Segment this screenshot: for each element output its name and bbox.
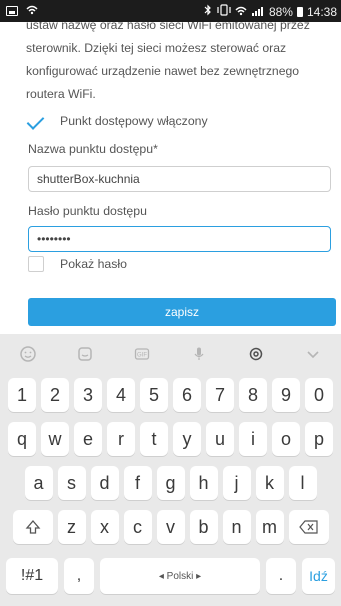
access-point-enabled-toggle[interactable]: Punkt dostępowy włączony bbox=[28, 114, 208, 128]
key-b[interactable]: b bbox=[189, 510, 218, 544]
key-c[interactable]: c bbox=[123, 510, 152, 544]
key-g[interactable]: g bbox=[156, 466, 185, 500]
key-1[interactable]: 1 bbox=[8, 378, 36, 412]
key-e[interactable]: e bbox=[74, 422, 102, 456]
key-8[interactable]: 8 bbox=[239, 378, 267, 412]
wifi-icon bbox=[26, 4, 38, 18]
bluetooth-icon bbox=[203, 4, 213, 19]
letter-row-3: z x c v b n m bbox=[0, 510, 341, 544]
key-0[interactable]: 0 bbox=[305, 378, 333, 412]
key-4[interactable]: 4 bbox=[107, 378, 135, 412]
bottom-row: !#1 , ◂ Polski ▸ . Idź bbox=[0, 558, 341, 594]
key-j[interactable]: j bbox=[222, 466, 251, 500]
key-r[interactable]: r bbox=[107, 422, 135, 456]
key-3[interactable]: 3 bbox=[74, 378, 102, 412]
battery-icon bbox=[296, 6, 303, 17]
cell-signal-icon bbox=[251, 5, 265, 19]
status-bar: 88% 14:38 bbox=[0, 0, 341, 22]
key-s[interactable]: s bbox=[57, 466, 86, 500]
wifi-settings-form: ustaw nazwę oraz hasło sieci WiFi emitow… bbox=[0, 22, 341, 334]
password-input[interactable]: •••••••• bbox=[28, 226, 331, 252]
key-2[interactable]: 2 bbox=[41, 378, 69, 412]
password-label: Hasło punktu dostępu bbox=[28, 204, 147, 218]
vibrate-icon bbox=[217, 4, 231, 19]
save-button[interactable]: zapisz bbox=[28, 298, 336, 326]
comma-key[interactable]: , bbox=[64, 558, 94, 594]
key-z[interactable]: z bbox=[57, 510, 86, 544]
show-password-toggle[interactable]: Pokaż hasło bbox=[28, 256, 127, 272]
wifi-signal-icon bbox=[235, 5, 247, 19]
key-t[interactable]: t bbox=[140, 422, 168, 456]
phone-screen: 88% 14:38 ustaw nazwę oraz hasło sieci W… bbox=[0, 0, 341, 606]
letter-row-2: a s d f g h j k l bbox=[0, 466, 341, 500]
key-d[interactable]: d bbox=[90, 466, 119, 500]
space-key[interactable]: ◂ Polski ▸ bbox=[100, 558, 260, 594]
key-9[interactable]: 9 bbox=[272, 378, 300, 412]
key-u[interactable]: u bbox=[206, 422, 234, 456]
key-v[interactable]: v bbox=[156, 510, 185, 544]
key-k[interactable]: k bbox=[255, 466, 284, 500]
collapse-icon[interactable] bbox=[301, 342, 325, 366]
symbols-key[interactable]: !#1 bbox=[6, 558, 58, 594]
key-f[interactable]: f bbox=[123, 466, 152, 500]
key-7[interactable]: 7 bbox=[206, 378, 234, 412]
key-n[interactable]: n bbox=[222, 510, 251, 544]
battery-percent: 88% bbox=[268, 4, 293, 19]
backspace-key[interactable] bbox=[288, 510, 329, 544]
description-line: ustaw nazwę oraz hasło sieci WiFi emitow… bbox=[26, 22, 310, 32]
backspace-icon bbox=[298, 520, 318, 534]
screen: 88% 14:38 ustaw nazwę oraz hasło sieci W… bbox=[0, 0, 341, 606]
sticker-icon[interactable] bbox=[73, 342, 97, 366]
key-o[interactable]: o bbox=[272, 422, 300, 456]
key-q[interactable]: q bbox=[8, 422, 36, 456]
description-line: routera WiFi. bbox=[26, 87, 96, 101]
status-left bbox=[6, 4, 38, 18]
gif-icon[interactable]: GIF bbox=[130, 342, 154, 366]
settings-icon[interactable] bbox=[244, 342, 268, 366]
key-i[interactable]: i bbox=[239, 422, 267, 456]
show-password-checkbox[interactable] bbox=[28, 256, 44, 272]
show-password-label: Pokaż hasło bbox=[60, 257, 127, 271]
svg-text:GIF: GIF bbox=[137, 353, 147, 359]
check-icon bbox=[28, 115, 46, 127]
key-m[interactable]: m bbox=[255, 510, 284, 544]
number-row: 1 2 3 4 5 6 7 8 9 0 bbox=[0, 378, 341, 412]
keyboard-toolbar: GIF bbox=[0, 334, 341, 374]
keyboard: GIF 1 2 3 4 5 6 7 8 9 0 q w e r t y u i … bbox=[0, 334, 341, 606]
letter-row-1: q w e r t y u i o p bbox=[0, 422, 341, 456]
key-h[interactable]: h bbox=[189, 466, 218, 500]
shift-icon bbox=[25, 520, 40, 534]
enter-key[interactable]: Idź bbox=[302, 558, 335, 594]
ssid-input[interactable]: shutterBox-kuchnia bbox=[28, 166, 331, 192]
access-point-enabled-label: Punkt dostępowy włączony bbox=[60, 114, 208, 128]
key-y[interactable]: y bbox=[173, 422, 201, 456]
emoji-icon[interactable] bbox=[16, 342, 40, 366]
status-right: 88% 14:38 bbox=[203, 4, 337, 19]
key-a[interactable]: a bbox=[24, 466, 53, 500]
key-5[interactable]: 5 bbox=[140, 378, 168, 412]
period-key[interactable]: . bbox=[266, 558, 296, 594]
ssid-label: Nazwa punktu dostępu* bbox=[28, 142, 158, 156]
key-w[interactable]: w bbox=[41, 422, 69, 456]
mic-icon[interactable] bbox=[187, 342, 211, 366]
key-p[interactable]: p bbox=[305, 422, 333, 456]
clock: 14:38 bbox=[306, 4, 337, 19]
key-l[interactable]: l bbox=[288, 466, 317, 500]
description-paragraph: ustaw nazwę oraz hasło sieci WiFi emitow… bbox=[26, 22, 328, 106]
image-icon bbox=[6, 6, 18, 16]
shift-key[interactable] bbox=[12, 510, 53, 544]
key-x[interactable]: x bbox=[90, 510, 119, 544]
key-6[interactable]: 6 bbox=[173, 378, 201, 412]
description-line: sterownik. Dzięki tej sieci możesz stero… bbox=[26, 41, 287, 55]
description-line: konfigurować urządzenie nawet bez zewnęt… bbox=[26, 64, 300, 78]
